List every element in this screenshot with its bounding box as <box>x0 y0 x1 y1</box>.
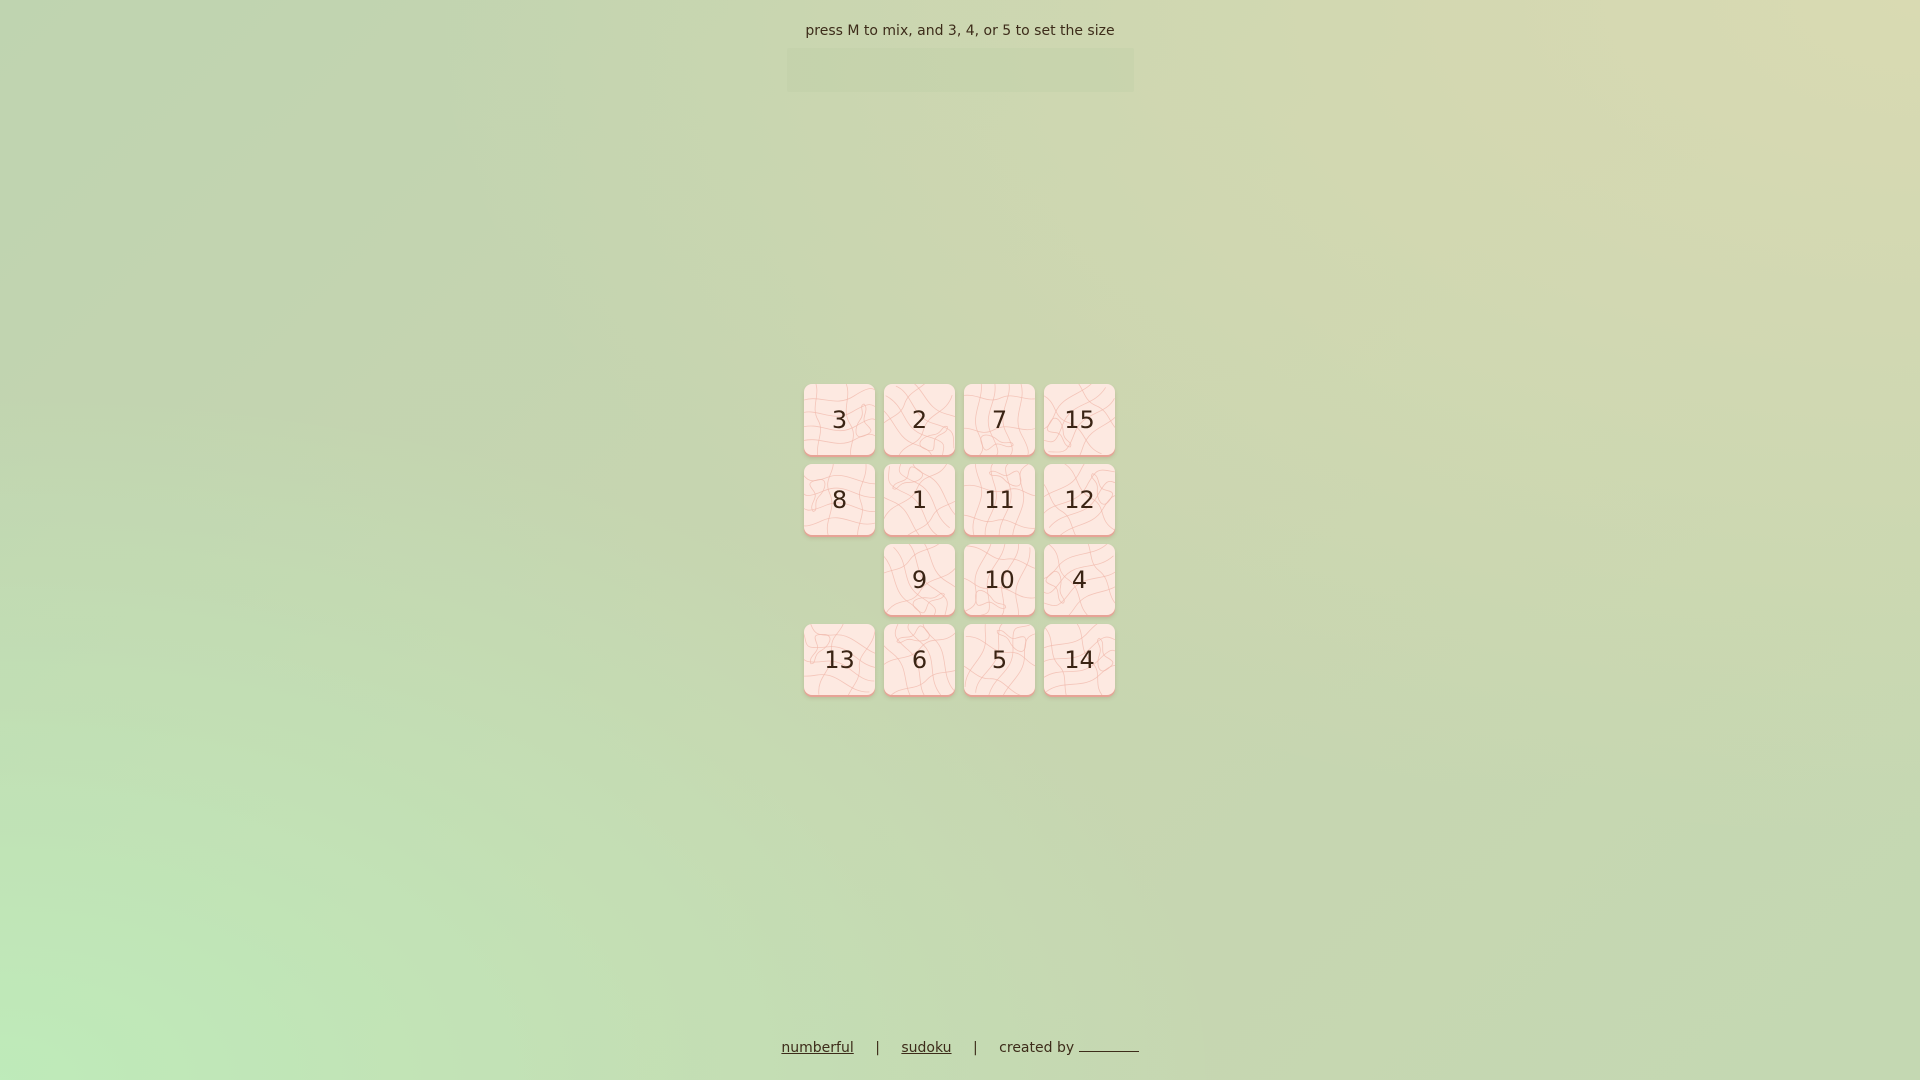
tile[interactable]: 12 <box>1044 464 1115 535</box>
tile-number: 6 <box>911 645 928 674</box>
tile-number: 13 <box>824 645 855 674</box>
tile[interactable]: 1 <box>884 464 955 535</box>
numberful-link[interactable]: numberful <box>781 1040 853 1056</box>
tile-number: 15 <box>1064 405 1095 434</box>
tile-number: 11 <box>984 485 1015 514</box>
tile[interactable]: 5 <box>964 624 1035 695</box>
tile[interactable]: 11 <box>964 464 1035 535</box>
tile[interactable]: 3 <box>804 384 875 455</box>
tile[interactable]: 4 <box>1044 544 1115 615</box>
tile-number: 5 <box>991 645 1008 674</box>
tile-number: 1 <box>911 485 928 514</box>
footer: numberful | sudoku | created by <box>0 1040 1920 1056</box>
tile[interactable]: 2 <box>884 384 955 455</box>
tile[interactable]: 14 <box>1044 624 1115 695</box>
message-area <box>787 48 1134 92</box>
author-link[interactable] <box>1078 1041 1139 1052</box>
puzzle-board: 3 2 7 15 8 1 11 12 9 10 4 13 6 5 14 <box>804 384 1116 696</box>
tile[interactable]: 8 <box>804 464 875 535</box>
tile-number: 3 <box>831 405 848 434</box>
tile[interactable]: 13 <box>804 624 875 695</box>
footer-separator: | <box>875 1040 880 1056</box>
tile-number: 4 <box>1071 565 1088 594</box>
tile-number: 7 <box>991 405 1008 434</box>
tile[interactable]: 15 <box>1044 384 1115 455</box>
tile[interactable]: 10 <box>964 544 1035 615</box>
tile-number: 2 <box>911 405 928 434</box>
tile-number: 9 <box>911 565 928 594</box>
tile[interactable]: 7 <box>964 384 1035 455</box>
tile-number: 10 <box>984 565 1015 594</box>
footer-separator: | <box>973 1040 978 1056</box>
created-by-text: created by <box>999 1040 1075 1056</box>
instructions-text: press M to mix, and 3, 4, or 5 to set th… <box>805 23 1115 39</box>
sudoku-link[interactable]: sudoku <box>901 1040 951 1056</box>
tile[interactable]: 9 <box>884 544 955 615</box>
tile-number: 8 <box>831 485 848 514</box>
tile[interactable]: 6 <box>884 624 955 695</box>
tile-number: 14 <box>1064 645 1095 674</box>
tile-number: 12 <box>1064 485 1095 514</box>
